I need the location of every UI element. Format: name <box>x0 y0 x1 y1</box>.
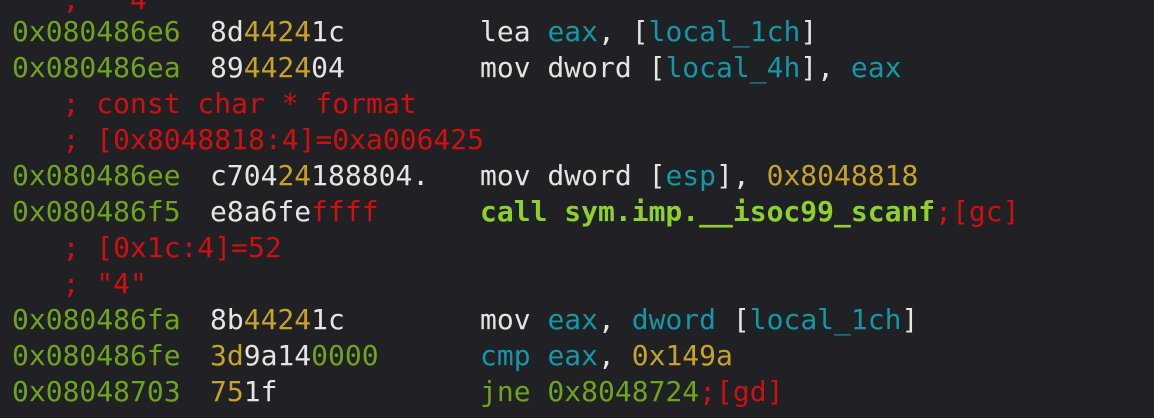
instruction-token: , <box>598 303 632 336</box>
code-line[interactable]: 0x080486ee c70424188804. mov dword [esp], … <box>12 158 918 194</box>
instruction-token: cmp <box>480 339 548 372</box>
instruction: call sym.imp.__isoc99_scanf;[gc] <box>480 194 1019 230</box>
address[interactable]: 0x080486fe <box>12 339 181 372</box>
code-line[interactable]: 0x080486ea 89442404 mov dword [local_4h], … <box>12 50 901 86</box>
comment-text: ; "4" <box>12 267 147 300</box>
byte-group: 24 <box>277 159 312 192</box>
instruction-token: lea <box>480 15 548 48</box>
opcode-bytes: e8a6feffff <box>210 194 379 230</box>
comment-text: ; [0x1c:4]=52 <box>12 231 282 264</box>
instruction-token: 0x8048818 <box>766 159 919 192</box>
byte-group: 4424 <box>243 15 312 48</box>
comment-line: ; const char * format <box>12 86 417 122</box>
instruction-token: , <box>598 339 632 372</box>
instruction-token: ], <box>800 51 851 84</box>
byte-group: 8b <box>210 303 244 336</box>
instruction-token: jne 0x8048724 <box>480 375 700 408</box>
instruction-token: dword <box>631 303 717 336</box>
opcode-bytes: 89442404 <box>210 50 345 86</box>
comment-text: ; const char * format <box>12 87 417 120</box>
instruction: mov eax, dword [local_1ch] <box>480 302 918 338</box>
instruction: mov dword [esp], 0x8048818 <box>480 158 918 194</box>
instruction-token: mov dword [ <box>480 51 666 84</box>
address[interactable]: 0x080486f5 <box>12 195 181 228</box>
address[interactable]: 0x080486ea <box>12 51 181 84</box>
comment-line: ; [0x1c:4]=52 <box>12 230 282 266</box>
byte-group: 188804. <box>311 159 430 192</box>
byte-group: e8a6fe <box>210 195 312 228</box>
byte-group: 04 <box>311 51 345 84</box>
opcode-bytes: c70424188804. <box>210 158 429 194</box>
instruction-token: eax <box>547 339 599 372</box>
instruction-token: ;[gd] <box>699 375 784 408</box>
comment-line: ; [0x8048818:4]=0xa006425 <box>12 122 484 158</box>
byte-group: 4424 <box>243 51 312 84</box>
address[interactable]: 0x08048703 <box>12 375 181 408</box>
address[interactable]: 0x080486e6 <box>12 15 181 48</box>
byte-group: 1c <box>311 15 345 48</box>
instruction-token: ] <box>800 15 818 48</box>
byte-group: c704 <box>210 159 278 192</box>
opcode-bytes: 3d9a140000 <box>210 338 379 374</box>
instruction-token: local_1ch <box>749 303 902 336</box>
byte-group: 1f <box>243 375 278 408</box>
byte-group: 4424 <box>243 303 312 336</box>
opcode-bytes: 8b44241c <box>210 302 345 338</box>
code-line[interactable]: 0x080486fa 8b44241c mov eax, dword [local_… <box>12 302 918 338</box>
instruction-token: eax <box>850 51 902 84</box>
instruction-token: ], <box>716 159 767 192</box>
instruction: jne 0x8048724;[gd] <box>480 374 783 410</box>
instruction-token: mov dword [ <box>480 159 666 192</box>
code-line[interactable]: 0x080486e6 8d44241c lea eax, [local_1ch] <box>12 14 817 50</box>
byte-group: 89 <box>210 51 244 84</box>
instruction-token: ;[gc] <box>935 195 1020 228</box>
instruction-token: local_4h <box>665 51 801 84</box>
byte-group: 8d <box>210 15 244 48</box>
instruction-token: call sym.imp.__isoc99_scanf <box>480 195 936 228</box>
byte-group: 75 <box>210 375 244 408</box>
address[interactable]: 0x080486ee <box>12 159 181 192</box>
comment-line: ; "4" <box>12 266 147 302</box>
instruction: lea eax, [local_1ch] <box>480 14 817 50</box>
code-line[interactable]: 0x080486f5 e8a6feffff call sym.imp.__isoc9… <box>12 194 1019 230</box>
instruction: cmp eax, 0x149a <box>480 338 733 374</box>
instruction-token: esp <box>665 159 717 192</box>
instruction-token: mov <box>480 303 548 336</box>
instruction-token: [ <box>716 303 750 336</box>
code-line[interactable]: 0x080486fe 3d9a140000 cmp eax, 0x149a <box>12 338 733 374</box>
opcode-bytes: 8d44241c <box>210 14 345 50</box>
instruction: mov dword [local_4h], eax <box>480 50 901 86</box>
comment-text: ; [0x8048818:4]=0xa006425 <box>12 123 485 156</box>
instruction-token: eax <box>547 15 599 48</box>
byte-group: 9a14 <box>243 339 312 372</box>
instruction-token: eax <box>547 303 599 336</box>
instruction-token: ] <box>901 303 919 336</box>
address[interactable]: 0x080486fa <box>12 303 181 336</box>
byte-group: ffff <box>311 195 379 228</box>
instruction-token: 0x149a <box>631 339 733 372</box>
disassembly-view: ; "4" 0x080486e68d44241clea eax, [local_… <box>0 0 1154 418</box>
byte-group: 1c <box>311 303 345 336</box>
byte-group: 0000 <box>311 339 379 372</box>
instruction-token: , [ <box>598 15 649 48</box>
instruction-token: local_1ch <box>648 15 801 48</box>
byte-group: 3d <box>210 339 244 372</box>
code-line[interactable]: 0x08048703 751f jne 0x8048724;[gd] <box>12 374 783 410</box>
opcode-bytes: 751f <box>210 374 277 410</box>
